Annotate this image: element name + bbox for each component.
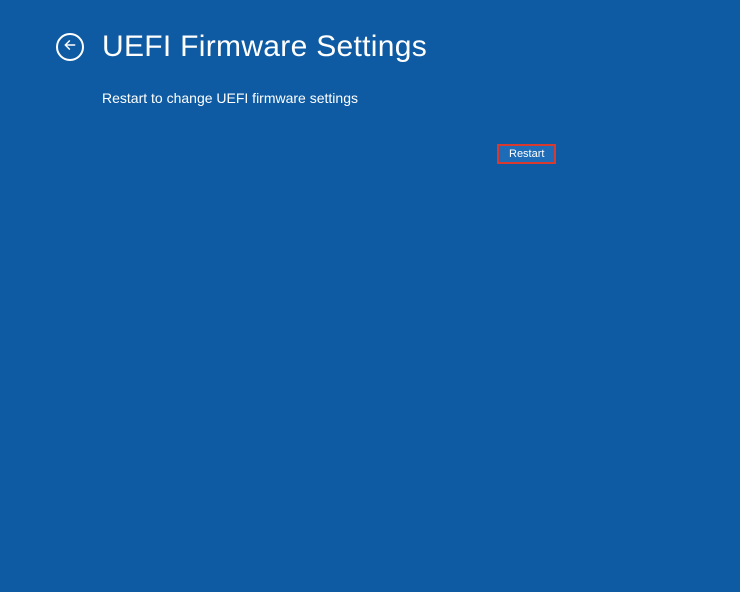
arrow-left-icon bbox=[63, 38, 77, 57]
page-subtitle: Restart to change UEFI firmware settings bbox=[102, 90, 740, 106]
page-title: UEFI Firmware Settings bbox=[102, 30, 427, 64]
restart-button[interactable]: Restart bbox=[497, 144, 556, 164]
back-button[interactable] bbox=[56, 33, 84, 61]
